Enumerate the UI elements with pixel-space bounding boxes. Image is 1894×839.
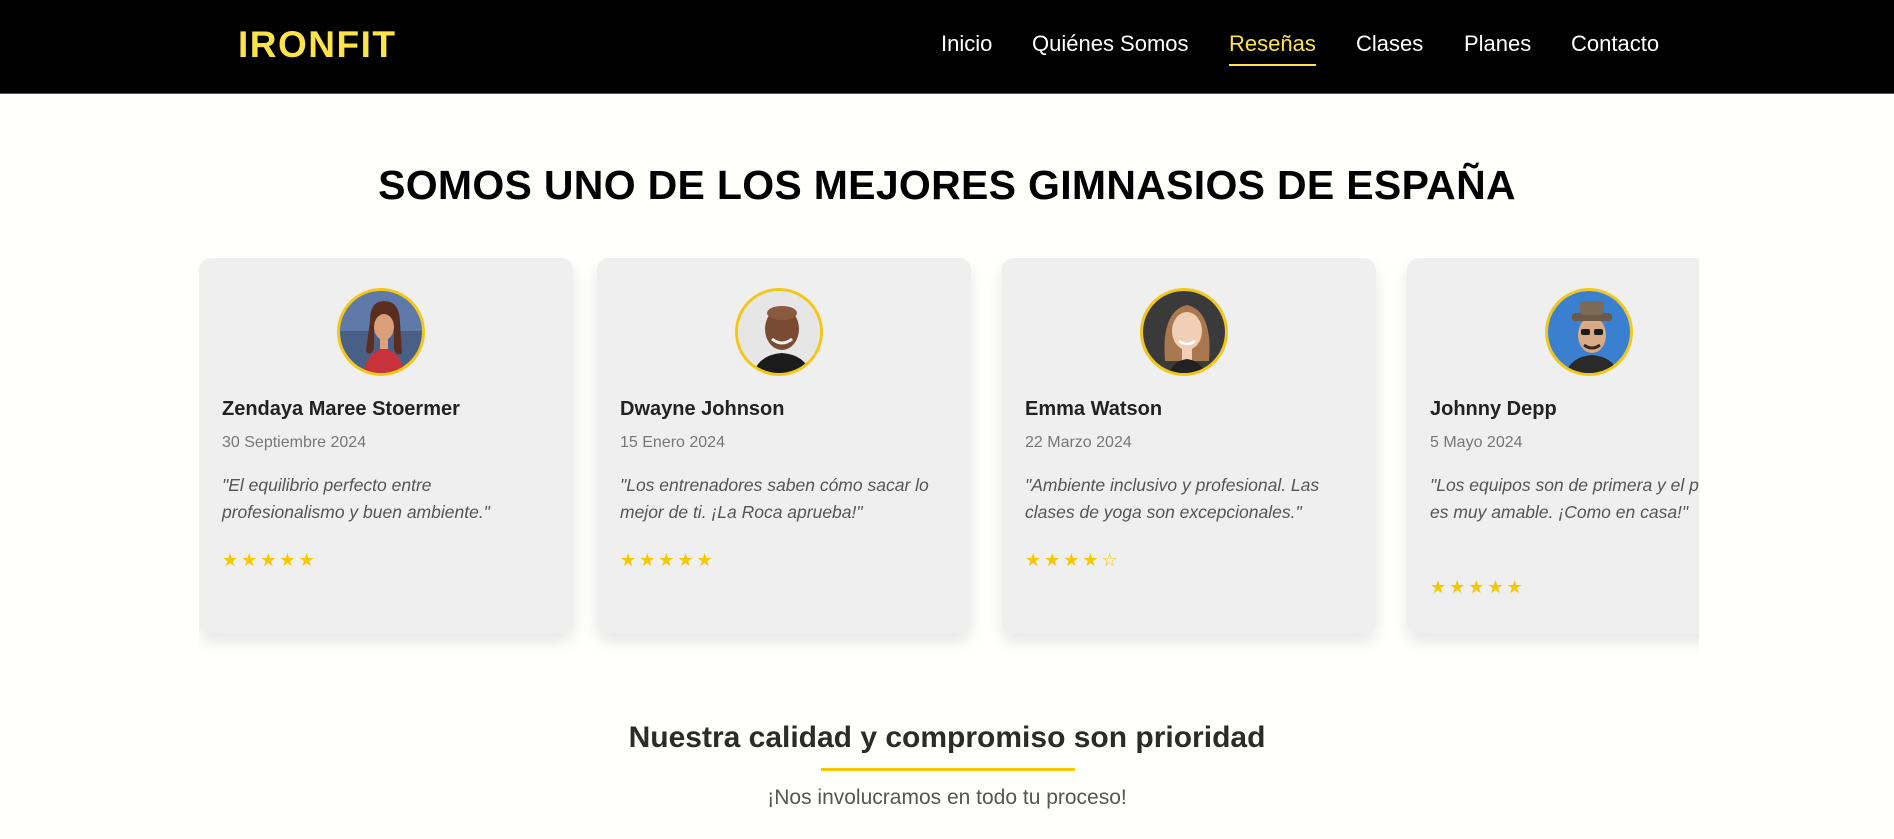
title-underline [821,768,1075,771]
nav-link-quienes-somos[interactable]: Quiénes Somos [1032,31,1189,57]
nav-link-contacto[interactable]: Contacto [1571,31,1659,57]
nav-link-inicio[interactable]: Inicio [941,31,992,57]
review-rating-stars: ★★★★★ [222,550,318,570]
review-rating-stars: ★★★★★ [1430,577,1526,597]
commitment-subtitle: ¡Nos involucramos en todo tu proceso! [767,786,1127,809]
review-rating-stars: ★★★★☆ [1025,550,1121,570]
review-quote: "Los entrenadores saben cómo sacar lo me… [620,475,929,522]
reviewer-avatar [735,288,823,376]
review-card: Emma Watson 22 Marzo 2024 "Ambiente incl… [1002,258,1376,634]
nav-link-resenas-label: Reseñas [1229,31,1316,56]
reviewer-name: Johnny Depp [1430,398,1557,420]
review-quote: "Ambiente inclusivo y profesional. Las c… [1025,475,1320,522]
reviewer-name: Emma Watson [1025,398,1163,420]
navbar: IRONFIT Inicio Quiénes Somos Reseñas Cla… [0,0,1894,94]
reviewer-name: Zendaya Maree Stoermer [222,398,460,420]
review-card: Johnny Depp 5 Mayo 2024 "Los equipos son… [1407,258,1699,634]
reviewer-avatar [337,288,425,376]
reviewer-avatar [1545,288,1633,376]
review-date: 5 Mayo 2024 [1430,434,1523,451]
logo[interactable]: IRONFIT [238,24,396,66]
reviewer-avatar [1140,288,1228,376]
review-date: 15 Enero 2024 [620,434,725,451]
review-card: Zendaya Maree Stoermer 30 Septiembre 202… [199,258,573,634]
review-date: 22 Marzo 2024 [1025,434,1132,451]
commitment-title: Nuestra calidad y compromiso son priorid… [628,721,1266,754]
nav-link-planes[interactable]: Planes [1464,31,1531,57]
reviewer-name: Dwayne Johnson [620,398,785,420]
review-quote: "Los equipos son de primera y el persona… [1430,475,1699,522]
review-quote: "El equilibrio perfecto entre profesiona… [222,475,490,522]
nav-link-resenas[interactable]: Reseñas [1229,31,1316,66]
review-card: Dwayne Johnson 15 Enero 2024 "Los entren… [597,258,971,634]
active-nav-underline [1229,64,1316,66]
review-rating-stars: ★★★★★ [620,550,716,570]
nav-link-clases[interactable]: Clases [1356,31,1423,57]
review-date: 30 Septiembre 2024 [222,434,367,451]
page-headline: SOMOS UNO DE LOS MEJORES GIMNASIOS DE ES… [378,162,1516,208]
reviews-carousel[interactable]: Zendaya Maree Stoermer 30 Septiembre 202… [199,258,1699,658]
